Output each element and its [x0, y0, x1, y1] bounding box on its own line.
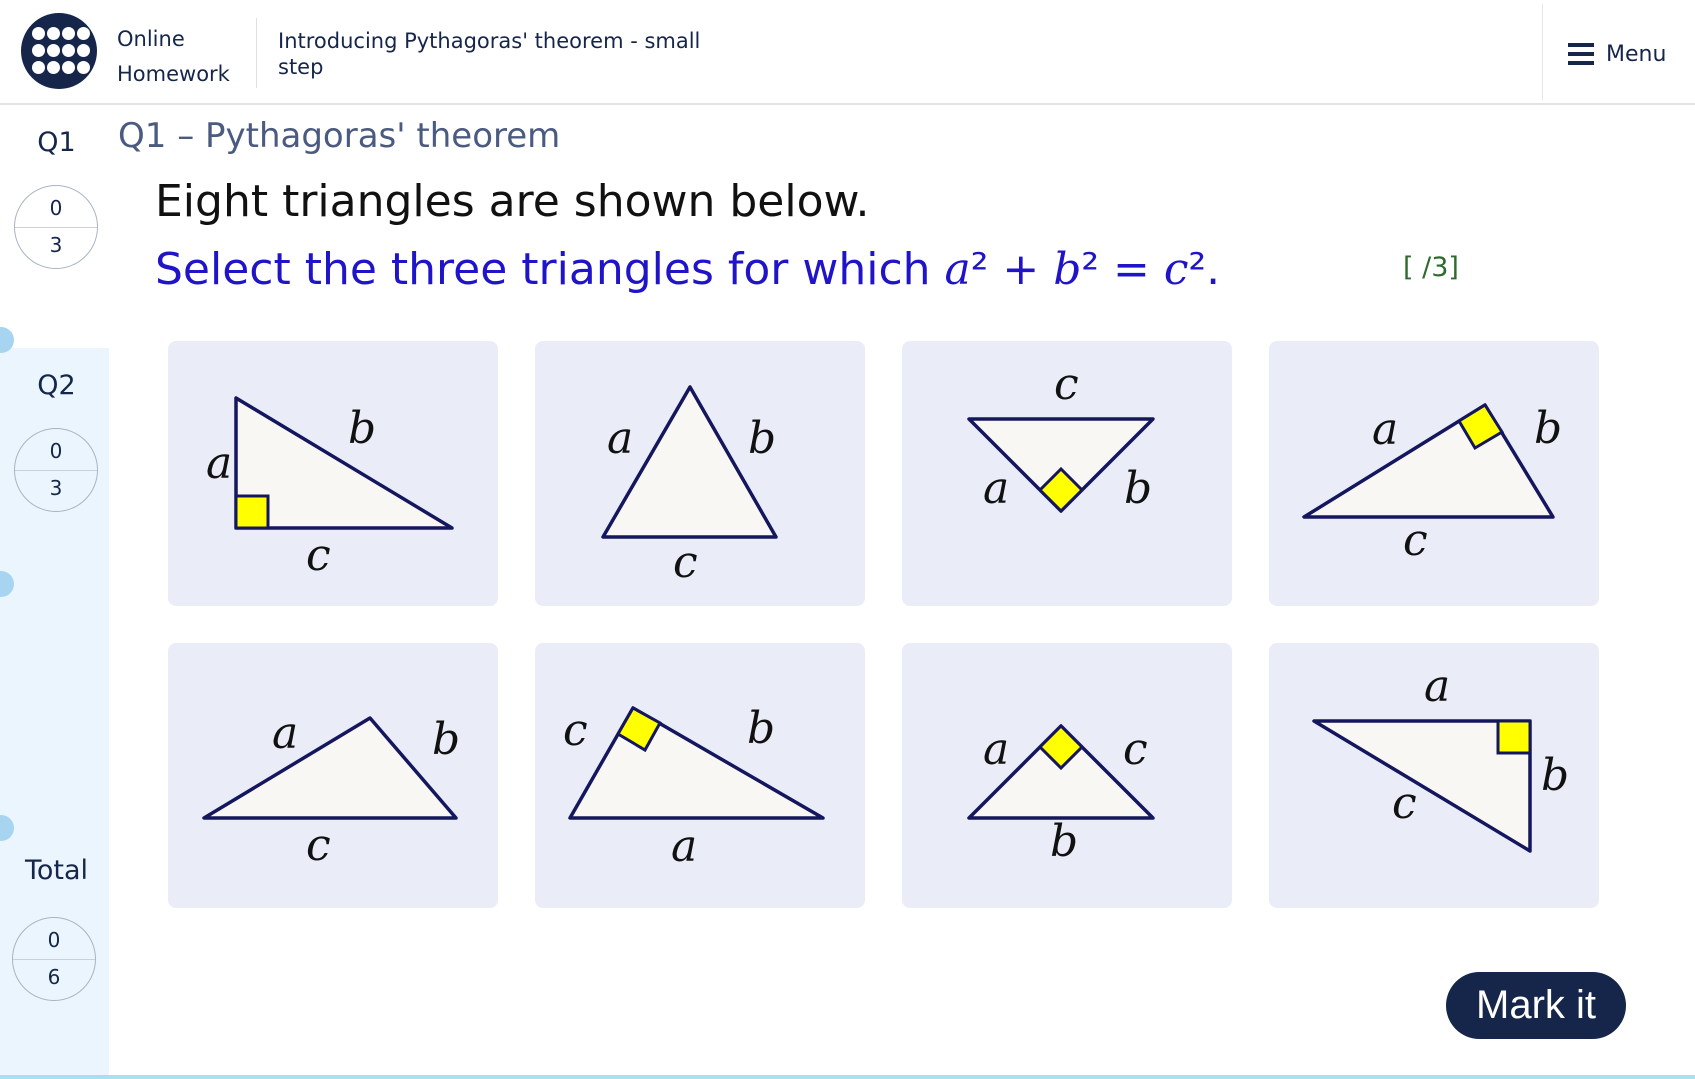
sidebar-separator: [0, 815, 14, 841]
question-title: Q1 – Pythagoras' theorem: [118, 116, 561, 156]
triangle-figure: a b c: [601, 385, 778, 588]
triangle-figure: a c b: [967, 723, 1155, 867]
triangle-label: c: [1392, 778, 1417, 829]
total-score-max: 6: [47, 965, 61, 989]
question-sidebar: Q1 0 3 Q2 0 3 Total 0 6: [0, 105, 109, 1079]
sidebar-item-q2[interactable]: Q2 0 3: [0, 348, 109, 591]
triangle-label: a: [983, 724, 1009, 775]
score-value: 0: [49, 196, 63, 220]
math-b: b: [1053, 244, 1082, 295]
score-badge: 0 3: [14, 185, 98, 269]
triangle-option-6[interactable]: c b a: [535, 643, 865, 908]
marks-indicator: [ /3]: [1403, 252, 1459, 283]
triangle-figure: a b c: [1302, 402, 1562, 566]
sidebar-item-label: Q1: [37, 127, 76, 158]
menu-divider: [1542, 4, 1543, 100]
total-label: Total: [24, 855, 89, 886]
triangle-label: c: [563, 705, 588, 756]
triangle-label: c: [306, 530, 331, 581]
triangle-option-7[interactable]: a c b: [902, 643, 1232, 908]
score-max: 3: [49, 233, 63, 257]
triangle-label: b: [747, 703, 775, 754]
triangle-label: a: [607, 413, 633, 464]
triangle-label: c: [306, 820, 331, 871]
triangle-label: b: [1124, 463, 1152, 514]
triangle-option-2[interactable]: a b c: [535, 341, 865, 606]
triangle-figure: c a b: [967, 359, 1155, 514]
question-instruction: Select the three triangles for which a² …: [155, 244, 1221, 295]
mark-it-button[interactable]: Mark it: [1446, 972, 1626, 1039]
triangle-label: a: [206, 438, 232, 489]
score-badge: 0 3: [14, 428, 98, 512]
sidebar-item-q1[interactable]: Q1 0 3: [0, 105, 109, 348]
menu-button[interactable]: Menu: [1568, 38, 1666, 70]
triangle-label: b: [348, 403, 376, 454]
math-a: a: [944, 244, 971, 295]
score-value: 0: [49, 439, 63, 463]
triangle-option-8[interactable]: a b c: [1269, 643, 1599, 908]
triangle-option-3[interactable]: c a b: [902, 341, 1232, 606]
triangle-option-5[interactable]: a b c: [168, 643, 498, 908]
math-c: c: [1163, 244, 1189, 295]
total-score-badge: 0 6: [12, 917, 96, 1001]
triangle-label: b: [1534, 403, 1562, 454]
triangle-option-1[interactable]: a b c: [168, 341, 498, 606]
triangle-label: c: [673, 537, 698, 588]
header-divider: [256, 18, 257, 88]
triangle-label: b: [432, 714, 460, 765]
triangle-label: a: [272, 708, 298, 759]
triangle-figure: a b c: [206, 396, 454, 581]
app-logo-icon[interactable]: [21, 13, 97, 89]
triangle-label: a: [671, 821, 697, 872]
triangle-figure: c b a: [563, 703, 825, 872]
menu-label: Menu: [1606, 41, 1667, 67]
top-bar: Online Homework Introducing Pythagoras' …: [0, 0, 1695, 105]
triangle-label: c: [1123, 724, 1148, 775]
brand-line-1: Online: [117, 27, 185, 51]
triangle-label: b: [1050, 816, 1078, 867]
triangle-label: b: [1541, 750, 1569, 801]
bottom-divider: [0, 1075, 1695, 1079]
triangle-label: c: [1403, 515, 1428, 566]
sidebar-item-label: Q2: [37, 370, 76, 401]
brand-line-2: Homework: [117, 62, 230, 86]
sidebar-total: Total 0 6: [0, 845, 109, 1079]
triangle-label: b: [748, 413, 776, 464]
triangle-label: c: [1054, 359, 1079, 410]
brand-name: Online Homework: [117, 22, 230, 92]
total-score-value: 0: [47, 928, 61, 952]
triangle-label: a: [983, 463, 1009, 514]
hamburger-icon: [1568, 43, 1594, 65]
topic-title: Introducing Pythagoras' theorem - small …: [278, 29, 701, 79]
triangle-option-4[interactable]: a b c: [1269, 341, 1599, 606]
triangle-figure: a b c: [1312, 661, 1569, 853]
score-max: 3: [49, 476, 63, 500]
triangle-label: a: [1372, 404, 1398, 455]
triangle-figure: a b c: [202, 708, 460, 871]
instruction-text: Select the three triangles for which: [155, 244, 945, 295]
triangle-label: a: [1424, 661, 1450, 712]
question-prompt: Eight triangles are shown below.: [155, 176, 870, 227]
